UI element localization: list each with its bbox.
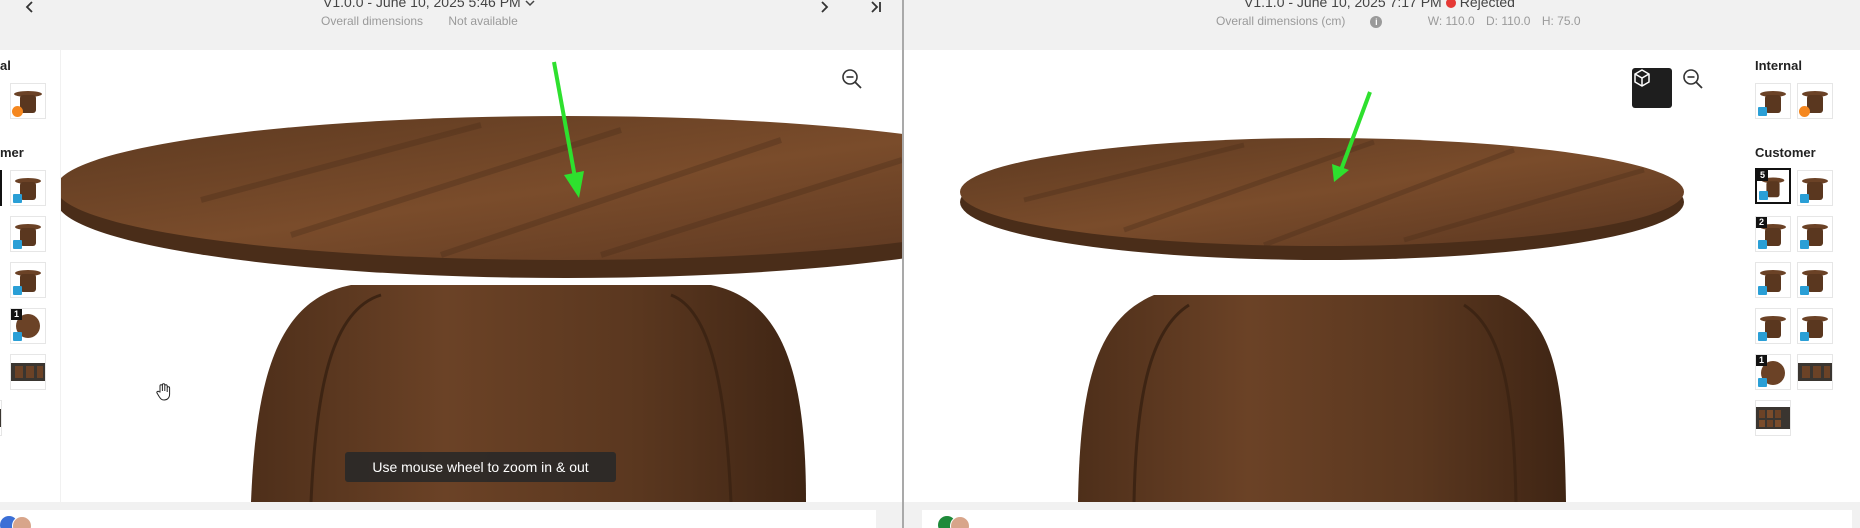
dimensions-label: Overall dimensions (321, 14, 424, 28)
chevron-left-icon (25, 1, 33, 13)
chevron-down-icon (525, 0, 535, 7)
thumbnail-item[interactable] (1755, 308, 1791, 344)
left-version-pane: V1.0.0 - June 10, 2025 5:46 PM Overall d… (0, 0, 902, 528)
thumbnail-item[interactable] (1797, 354, 1833, 390)
thumbnail-item[interactable] (0, 400, 2, 436)
right-footer (904, 502, 1860, 528)
status-label: Rejected (1459, 0, 1515, 10)
thumbnail-item[interactable] (1797, 216, 1833, 252)
right-pane-header: V1.1.0 - June 10, 2025 7:17 PM Rejected O… (904, 0, 1860, 50)
info-icon[interactable]: i (1370, 15, 1383, 28)
thumbnail-item[interactable] (1797, 83, 1833, 119)
table-render-left (61, 61, 902, 502)
thumbnail-item[interactable] (10, 83, 46, 119)
left-dimensions-row: Overall dimensions Not available (321, 14, 540, 28)
cube-icon (1634, 69, 1650, 87)
thumbnail-item[interactable] (1755, 262, 1791, 298)
thumbnail-item[interactable]: 1 (1755, 354, 1791, 390)
thumbnail-item[interactable]: 2 (1755, 216, 1791, 252)
left-footer (0, 502, 902, 528)
table-render-right (960, 91, 1684, 502)
skip-to-end-icon (871, 1, 881, 13)
right-comment-card[interactable] (922, 510, 1852, 528)
customer-section-label: mer (0, 145, 24, 160)
zoom-out-button[interactable] (1682, 68, 1722, 108)
3d-view-button[interactable] (1632, 68, 1672, 108)
customer-section-label: Customer (1755, 145, 1816, 160)
depth-value: D: 110.0 (1485, 14, 1531, 28)
thumbnail-item[interactable] (1755, 83, 1791, 119)
zoom-out-button[interactable] (841, 68, 881, 108)
dimensions-value: Not available (448, 14, 518, 28)
right-version-pane: V1.1.0 - June 10, 2025 7:17 PM Rejected O… (904, 0, 1860, 528)
hand-cursor-icon (154, 382, 174, 407)
thumbnail-item[interactable] (10, 216, 46, 252)
thumbnail-item[interactable] (1797, 308, 1833, 344)
zoom-out-icon (1683, 69, 1703, 89)
thumbnail-item[interactable] (1797, 262, 1833, 298)
thumbnail-item-selected[interactable] (0, 170, 2, 206)
height-value: H: 75.0 (1541, 14, 1581, 28)
last-version-button[interactable] (866, 0, 886, 18)
thumbnail-item[interactable] (10, 170, 46, 206)
thumbnail-item[interactable] (1797, 170, 1833, 206)
thumbnail-item[interactable]: 1 (10, 308, 46, 344)
thumbnail-item[interactable] (1755, 400, 1791, 436)
left-thumbnail-sidebar: al mer 1 (0, 50, 60, 502)
left-3d-viewport[interactable] (61, 50, 902, 502)
zoom-out-icon (842, 69, 862, 89)
next-version-button[interactable] (814, 0, 834, 18)
prev-version-button[interactable] (20, 0, 40, 18)
dimensions-label: Overall dimensions (cm) (1216, 14, 1346, 28)
left-comment-card[interactable] (0, 510, 876, 528)
internal-section-label: Internal (1755, 58, 1802, 73)
thumbnail-item[interactable] (10, 262, 46, 298)
right-3d-viewport[interactable] (904, 50, 1743, 502)
internal-section-label: al (0, 58, 11, 73)
right-thumbnail-sidebar: Internal Customer 5 2 1 (1743, 50, 1860, 502)
right-dimensions-row: Overall dimensions (cm) i W: 110.0 D: 110… (1216, 14, 1603, 28)
zoom-hint-tooltip: Use mouse wheel to zoom in & out (345, 452, 616, 482)
left-version-title[interactable]: V1.0.0 - June 10, 2025 5:46 PM (323, 0, 535, 10)
left-pane-header: V1.0.0 - June 10, 2025 5:46 PM Overall d… (0, 0, 902, 50)
width-value: W: 110.0 (1427, 14, 1475, 28)
thumbnail-item[interactable] (10, 354, 46, 390)
chevron-right-icon (821, 1, 829, 13)
status-dot (1445, 0, 1456, 9)
right-version-title[interactable]: V1.1.0 - June 10, 2025 7:17 PM Rejected (1244, 0, 1515, 10)
thumbnail-item-selected[interactable]: 5 (1755, 168, 1791, 204)
